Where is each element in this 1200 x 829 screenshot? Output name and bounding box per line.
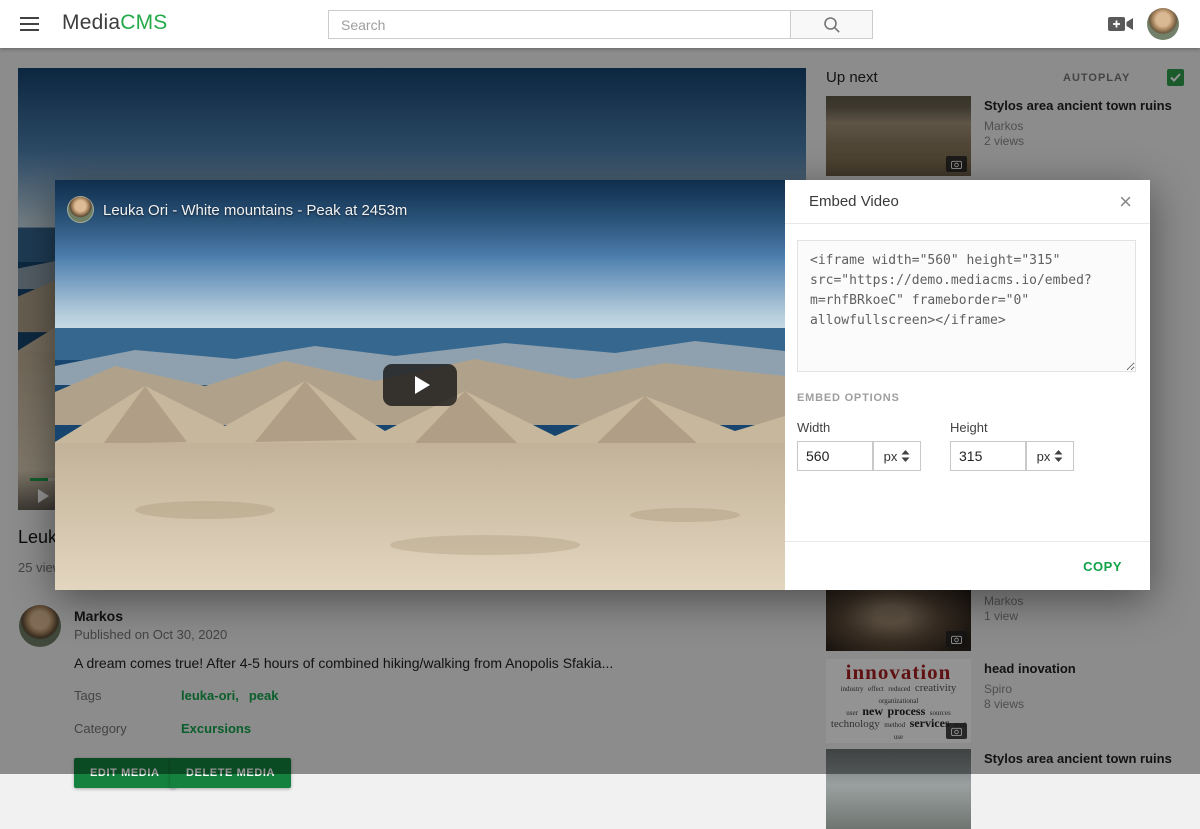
embed-preview-player[interactable]: Leuka Ori - White mountains - Peak at 24…	[55, 180, 785, 590]
unfold-arrows-icon	[1054, 450, 1063, 462]
search-icon	[823, 16, 841, 34]
preview-video-title: Leuka Ori - White mountains - Peak at 24…	[103, 202, 407, 219]
close-icon[interactable]: ×	[1119, 192, 1132, 212]
embed-modal: Leuka Ori - White mountains - Peak at 24…	[55, 180, 1150, 590]
copy-button[interactable]: COPY	[1083, 559, 1122, 574]
add-video-icon[interactable]	[1108, 15, 1134, 33]
top-navbar: MediaCMS	[0, 0, 1200, 48]
embed-options-label: EMBED OPTIONS	[797, 392, 900, 404]
embed-code-textarea[interactable]: <iframe width="560" height="315" src="ht…	[797, 240, 1136, 372]
modal-title: Embed Video	[809, 193, 899, 210]
embed-panel: Embed Video × <iframe width="560" height…	[785, 180, 1150, 590]
logo-prefix: Media	[62, 11, 120, 34]
play-icon	[415, 376, 430, 394]
menu-icon[interactable]	[20, 17, 39, 31]
height-label: Height	[950, 420, 988, 435]
width-unit-value: px	[884, 449, 898, 464]
user-avatar[interactable]	[1147, 8, 1179, 40]
preview-author-avatar[interactable]	[67, 196, 94, 223]
search-button[interactable]	[790, 10, 873, 39]
logo-suffix: CMS	[120, 11, 167, 34]
preview-play-button[interactable]	[383, 364, 457, 406]
width-label: Width	[797, 420, 830, 435]
width-unit-select[interactable]: px	[873, 441, 921, 471]
logo[interactable]: MediaCMS	[62, 11, 167, 35]
search-input[interactable]	[328, 10, 790, 39]
height-unit-select[interactable]: px	[1026, 441, 1074, 471]
width-input[interactable]	[797, 441, 873, 471]
height-unit-value: px	[1037, 449, 1051, 464]
height-input[interactable]	[950, 441, 1026, 471]
preview-top-gradient	[55, 180, 785, 260]
unfold-arrows-icon	[901, 450, 910, 462]
